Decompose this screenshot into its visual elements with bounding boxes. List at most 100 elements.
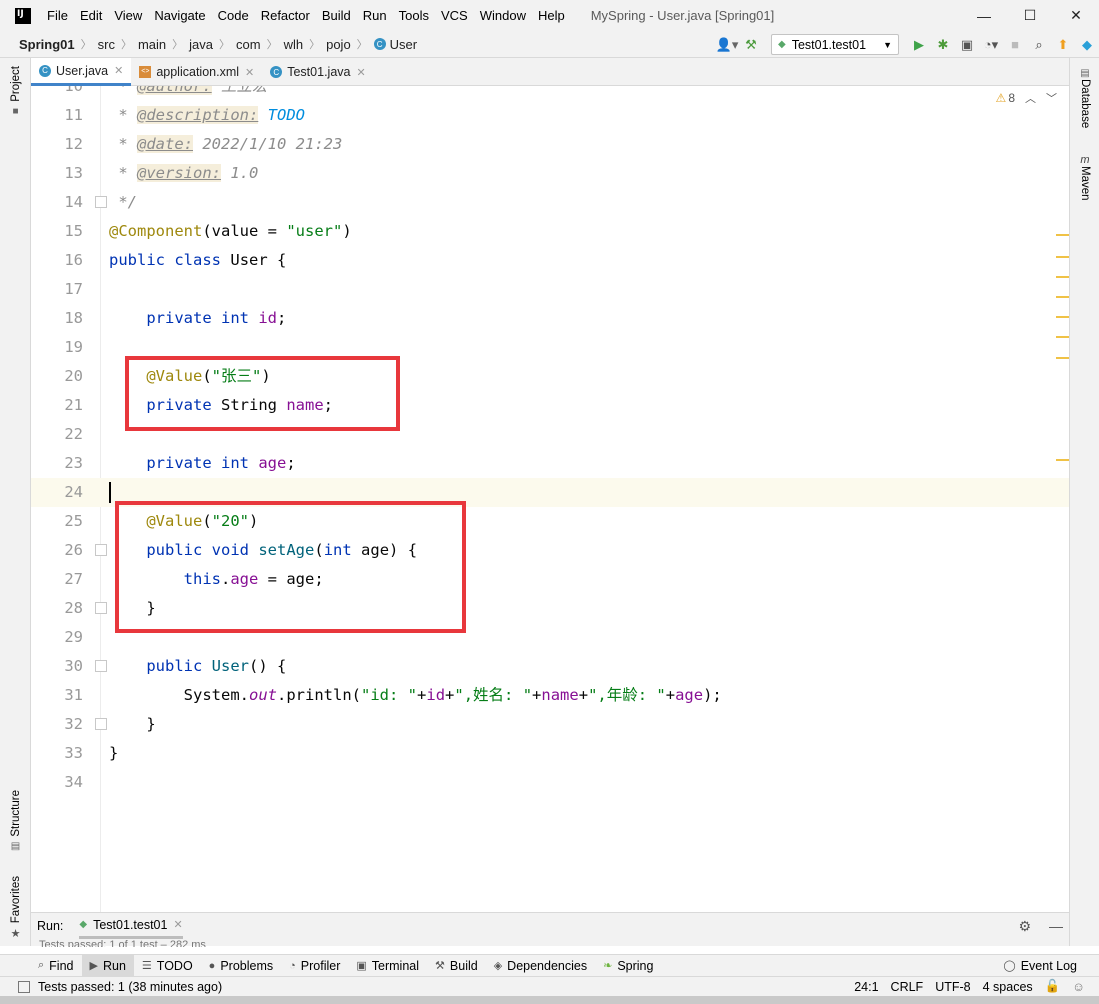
profile-icon[interactable]: ◔▾	[979, 34, 1003, 56]
close-icon[interactable]: ✕	[356, 66, 365, 79]
database-tool-tab[interactable]: ▤ Database	[1070, 68, 1099, 128]
maximize-button[interactable]: ☐	[1007, 0, 1053, 31]
class-icon: C	[373, 38, 386, 50]
profiler-tool-button[interactable]: ◔ Profiler	[281, 955, 348, 977]
list-icon: ☰	[141, 960, 152, 972]
fold-marker[interactable]	[95, 544, 107, 556]
menu-navigate[interactable]: Navigate	[148, 8, 211, 23]
update-icon[interactable]: ⬆	[1051, 34, 1075, 56]
code-line: 30 public User() {	[64, 657, 287, 675]
close-icon[interactable]: ✕	[245, 66, 254, 79]
warning-stripe[interactable]	[1056, 234, 1069, 236]
spring-tool-button[interactable]: ❧ Spring	[595, 955, 661, 977]
run-tab-test01[interactable]: ◆ Test01.test01 ✕	[79, 913, 183, 939]
status-message[interactable]: Tests passed: 1 (38 minutes ago)	[38, 980, 222, 994]
highlight-box-setage-method	[115, 501, 466, 633]
breadcrumb-src[interactable]: src	[98, 37, 115, 52]
menu-run[interactable]: Run	[357, 8, 393, 23]
plugin-icon[interactable]: ◆	[1075, 34, 1099, 56]
menu-view[interactable]: View	[108, 8, 148, 23]
menu-vcs[interactable]: VCS	[435, 8, 474, 23]
todo-tool-button[interactable]: ☰ TODO	[134, 955, 201, 977]
menu-edit[interactable]: Edit	[74, 8, 108, 23]
menu-build[interactable]: Build	[316, 8, 357, 23]
fold-marker[interactable]	[95, 718, 107, 730]
tab-test01-java[interactable]: C Test01.java ✕	[262, 58, 373, 86]
code-line: 13 * @version: 1.0	[64, 164, 259, 182]
problems-tool-button[interactable]: ● Problems	[201, 955, 281, 977]
terminal-icon: ▣	[356, 960, 367, 972]
tab-application-xml[interactable]: <> application.xml ✕	[131, 58, 262, 86]
menu-refactor[interactable]: Refactor	[255, 8, 316, 23]
warning-stripe[interactable]	[1056, 256, 1069, 258]
warning-stripe[interactable]	[1056, 357, 1069, 359]
title-bar: IJ File Edit View Navigate Code Refactor…	[0, 0, 1099, 31]
left-tool-strip: Project ■ Structure ▤ Favorites ★	[0, 58, 31, 946]
build-hammer-icon[interactable]: ⚒	[739, 34, 763, 56]
minimize-panel-icon[interactable]: —	[1049, 918, 1063, 935]
run-panel-label: Run:	[37, 919, 64, 933]
structure-tool-tab[interactable]: Structure ▤	[0, 790, 31, 852]
favorites-tool-tab[interactable]: Favorites ★	[0, 876, 31, 940]
notifications-icon[interactable]: ☺	[1072, 980, 1085, 994]
run-tool-window: Run: ◆ Test01.test01 ✕ ⚙ — Tests passed:…	[31, 912, 1069, 947]
close-icon[interactable]: ✕	[173, 918, 182, 931]
menu-code[interactable]: Code	[212, 8, 255, 23]
toggle-tool-windows-icon[interactable]	[18, 980, 30, 993]
desktop-background-strip	[0, 996, 1099, 1004]
line-separator[interactable]: CRLF	[891, 980, 924, 994]
warning-stripe[interactable]	[1056, 316, 1069, 318]
warning-stripe[interactable]	[1056, 296, 1069, 298]
menu-help[interactable]: Help	[532, 8, 571, 23]
menu-window[interactable]: Window	[474, 8, 532, 23]
coverage-icon[interactable]: ▣	[955, 34, 979, 56]
caret-position[interactable]: 24:1	[854, 980, 878, 994]
code-line: 17	[64, 280, 83, 298]
indent-setting[interactable]: 4 spaces	[983, 980, 1033, 994]
warning-stripe[interactable]	[1056, 336, 1069, 338]
warning-stripe[interactable]	[1056, 459, 1069, 461]
close-button[interactable]: ✕	[1053, 0, 1099, 31]
chevron-down-icon: ▼	[883, 39, 892, 50]
debug-icon[interactable]: ✱	[931, 34, 955, 56]
test-config-icon: ◆	[778, 39, 786, 50]
breadcrumb-java[interactable]: java	[189, 37, 213, 52]
test-class-icon: C	[270, 66, 283, 78]
build-tool-button[interactable]: ⚒ Build	[427, 955, 486, 977]
gear-icon[interactable]: ⚙	[1018, 918, 1031, 935]
intellij-logo-icon: IJ	[15, 7, 31, 24]
project-tool-tab[interactable]: Project ■	[0, 66, 31, 117]
dependencies-tool-button[interactable]: ◈ Dependencies	[486, 955, 595, 977]
event-log-button[interactable]: ◯ Event Log	[995, 955, 1085, 977]
menu-tools[interactable]: Tools	[393, 8, 435, 23]
menu-bar: File Edit View Navigate Code Refactor Bu…	[41, 8, 571, 23]
breadcrumb-main[interactable]: main	[138, 37, 166, 52]
tab-user-java[interactable]: C User.java ✕	[31, 58, 132, 86]
run-config-select[interactable]: ◆ Test01.test01 ▼	[771, 34, 899, 55]
run-icon: ▶	[89, 960, 98, 972]
run-icon[interactable]: ▶	[907, 34, 931, 56]
breadcrumb-wlh[interactable]: wlh	[284, 37, 304, 52]
minimize-button[interactable]: —	[961, 0, 1007, 31]
file-encoding[interactable]: UTF-8	[935, 980, 970, 994]
event-log-icon: ◯	[1003, 960, 1016, 972]
menu-file[interactable]: File	[41, 8, 74, 23]
warning-stripe[interactable]	[1056, 276, 1069, 278]
search-icon[interactable]: ⌕	[1027, 34, 1051, 56]
fold-marker[interactable]	[95, 196, 107, 208]
lock-icon[interactable]: 🔓	[1045, 979, 1061, 994]
close-icon[interactable]: ✕	[114, 64, 123, 77]
stop-icon[interactable]: ■	[1003, 34, 1027, 56]
find-tool-button[interactable]: ⌕ Find	[30, 955, 82, 977]
terminal-tool-button[interactable]: ▣ Terminal	[348, 955, 427, 977]
breadcrumb-user[interactable]: User	[390, 37, 417, 52]
code-editor[interactable]: ⚠ 8 ︿ ﹀ 10 * @author: 王立宏 11 * @descript…	[31, 86, 1069, 912]
fold-marker[interactable]	[95, 602, 107, 614]
breadcrumb-pojo[interactable]: pojo	[326, 37, 351, 52]
breadcrumb-com[interactable]: com	[236, 37, 261, 52]
user-icon[interactable]: 👤▾	[715, 34, 739, 56]
maven-tool-tab[interactable]: m Maven	[1070, 154, 1099, 201]
fold-marker[interactable]	[95, 660, 107, 672]
run-tool-button[interactable]: ▶ Run	[81, 954, 134, 977]
breadcrumb-project[interactable]: Spring01	[19, 37, 75, 52]
